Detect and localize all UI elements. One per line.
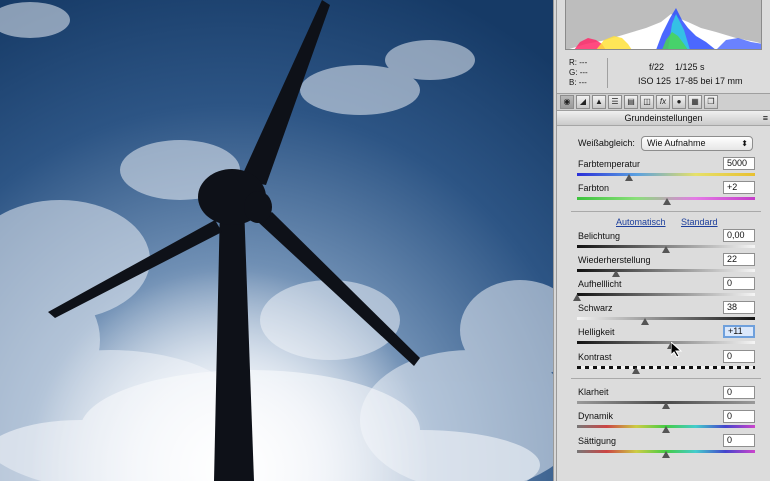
exposure-label: Belichtung (578, 231, 621, 241)
blacks-slider-track[interactable] (577, 317, 755, 320)
aperture-icon: ◉ (563, 97, 571, 106)
lens-value: 17-85 bei 17 mm (675, 76, 743, 86)
detail-icon: ▲ (595, 97, 603, 106)
clarity-label: Klarheit (578, 387, 609, 397)
brightness-label: Helligkeit (578, 327, 615, 337)
iso-value: ISO 125 (638, 76, 672, 86)
recovery-label: Wiederherstellung (578, 255, 651, 265)
tab-lens[interactable]: ◫ (640, 95, 654, 109)
white-balance-label: Weißabgleich: (578, 138, 635, 148)
blacks-slider-thumb[interactable] (640, 318, 649, 325)
recovery-slider-thumb[interactable] (612, 270, 621, 277)
separator-2 (571, 378, 761, 379)
recovery-slider-track[interactable] (577, 269, 755, 272)
panel-tabs: ◉ ◢ ▲ ☰ ▤ ◫ fx ● ▦ ❐ (557, 93, 770, 111)
histogram-graph (566, 0, 761, 49)
exposure-slider-thumb[interactable] (662, 246, 670, 253)
snapshots-icon: ❐ (707, 97, 715, 106)
g-readout: G: --- (569, 68, 599, 78)
hsl-icon: ☰ (611, 97, 619, 106)
tab-effects[interactable]: fx (656, 95, 670, 109)
r-readout: R: --- (569, 58, 599, 68)
contrast-field[interactable]: 0 (723, 350, 755, 363)
brightness-field[interactable]: +11 (723, 325, 755, 338)
r-label: R: (569, 58, 577, 67)
presets-icon: ▦ (691, 97, 699, 106)
aperture-value: f/22 (649, 62, 665, 72)
white-balance-select[interactable]: Wie Aufnahme ⬍ (641, 136, 753, 151)
contrast-label: Kontrast (578, 352, 612, 362)
fill-light-label: Aufhelllicht (578, 279, 622, 289)
saturation-field[interactable]: 0 (723, 434, 755, 447)
info-separator (607, 58, 608, 88)
g-value: --- (579, 68, 588, 77)
menu-icon[interactable]: ≡ (763, 111, 768, 125)
contrast-slider-track[interactable] (577, 366, 755, 369)
wind-turbine-photo (0, 0, 553, 481)
tint-slider-thumb[interactable] (662, 198, 671, 205)
vibrance-label: Dynamik (578, 411, 614, 421)
white-balance-value: Wie Aufnahme (647, 138, 706, 148)
b-readout: B: --- (569, 78, 599, 88)
blacks-label: Schwarz (578, 303, 613, 313)
shutter-value: 1/125 s (675, 62, 705, 72)
clarity-field[interactable]: 0 (723, 386, 755, 399)
tab-snapshots[interactable]: ❐ (704, 95, 718, 109)
brightness-slider-track[interactable] (577, 341, 755, 344)
mouse-cursor-icon (671, 342, 683, 358)
blacks-field[interactable]: 38 (723, 301, 755, 314)
saturation-slider-thumb[interactable] (662, 451, 670, 458)
exposure-field[interactable]: 0,00 (723, 229, 755, 242)
contrast-slider-thumb[interactable] (631, 367, 640, 374)
split-toning-icon: ▤ (627, 97, 635, 106)
tab-presets[interactable]: ▦ (688, 95, 702, 109)
auto-link[interactable]: Automatisch (616, 217, 666, 227)
tab-hsl[interactable]: ☰ (608, 95, 622, 109)
vibrance-field[interactable]: 0 (723, 410, 755, 423)
histogram (565, 0, 762, 50)
vibrance-slider-thumb[interactable] (662, 426, 670, 433)
section-title: Grundeinstellungen (624, 113, 703, 123)
section-header: Grundeinstellungen ≡ (557, 111, 770, 126)
g-label: G: (569, 68, 578, 77)
curve-icon: ◢ (579, 97, 587, 106)
tint-label: Farbton (578, 183, 610, 193)
adjustments-panel: R: --- G: --- B: --- f/22 1/125 s ISO 12… (557, 0, 770, 481)
tint-field[interactable]: +2 (723, 181, 755, 194)
default-link[interactable]: Standard (681, 217, 718, 227)
temperature-label: Farbtemperatur (578, 159, 641, 169)
recovery-field[interactable]: 22 (723, 253, 755, 266)
r-value: --- (579, 58, 588, 67)
temperature-field[interactable]: 5000 (723, 157, 755, 170)
temperature-slider-track[interactable] (577, 173, 755, 176)
lens-icon: ◫ (643, 97, 651, 106)
tab-camera-calibration[interactable]: ● (672, 95, 686, 109)
image-preview[interactable] (0, 0, 553, 481)
separator-1 (571, 211, 761, 212)
clarity-slider-thumb[interactable] (662, 402, 670, 409)
saturation-label: Sättigung (578, 436, 617, 446)
temperature-slider-thumb[interactable] (624, 174, 633, 181)
dropdown-arrow-icon: ⬍ (741, 139, 748, 148)
b-label: B: (569, 78, 577, 87)
fx-icon: fx (659, 97, 667, 106)
fill-light-field[interactable]: 0 (723, 277, 755, 290)
image-info: R: --- G: --- B: --- f/22 1/125 s ISO 12… (557, 52, 770, 92)
fill-light-slider-thumb[interactable] (573, 294, 581, 301)
fill-light-slider-track[interactable] (577, 293, 755, 296)
tab-tone-curve[interactable]: ◢ (576, 95, 590, 109)
tab-basic[interactable]: ◉ (560, 95, 574, 109)
tab-split-toning[interactable]: ▤ (624, 95, 638, 109)
camera-calibration-icon: ● (676, 97, 682, 106)
tab-detail[interactable]: ▲ (592, 95, 606, 109)
camera-raw-window: R: --- G: --- B: --- f/22 1/125 s ISO 12… (0, 0, 770, 481)
b-value: --- (578, 78, 587, 87)
